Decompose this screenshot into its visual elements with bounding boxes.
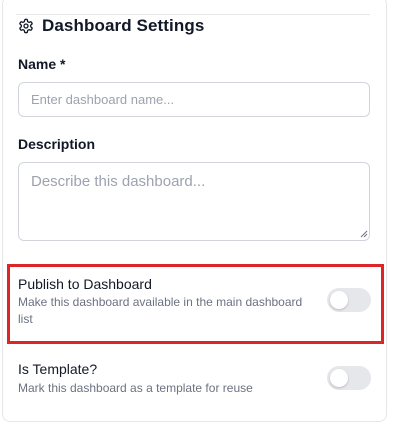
panel-title: Dashboard Settings xyxy=(42,16,205,35)
name-label: Name * xyxy=(18,56,66,72)
toggle-knob xyxy=(330,291,348,309)
panel-header: Dashboard Settings xyxy=(18,14,204,38)
publish-label: Publish to Dashboard xyxy=(18,276,152,292)
publish-description: Make this dashboard available in the mai… xyxy=(18,295,303,326)
resize-handle-icon[interactable] xyxy=(360,230,368,238)
publish-toggle[interactable] xyxy=(327,288,371,312)
template-toggle[interactable] xyxy=(327,366,371,390)
gear-icon xyxy=(18,18,34,34)
template-label: Is Template? xyxy=(18,361,98,377)
dashboard-name-input[interactable] xyxy=(18,82,370,117)
template-description: Mark this dashboard as a template for re… xyxy=(18,381,253,395)
toggle-knob xyxy=(330,369,348,387)
description-label: Description xyxy=(18,136,96,152)
dashboard-description-input[interactable] xyxy=(18,162,370,241)
